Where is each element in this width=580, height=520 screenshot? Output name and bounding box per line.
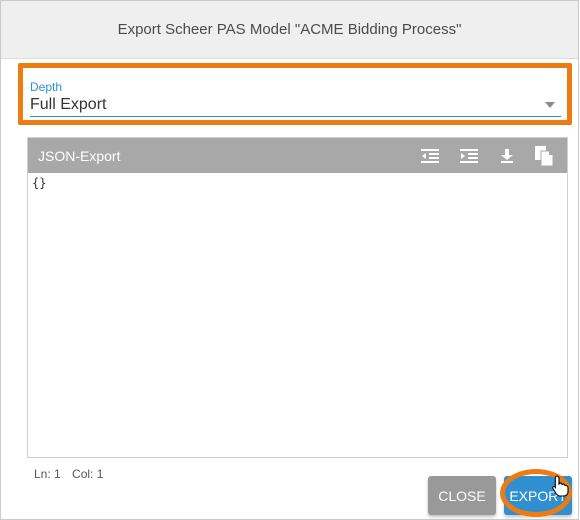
indent-icon[interactable]	[458, 145, 480, 167]
json-editor[interactable]: {}	[32, 176, 46, 190]
column-number: Col: 1	[72, 467, 104, 481]
close-button[interactable]: CLOSE	[428, 476, 496, 515]
chevron-down-icon[interactable]	[545, 102, 555, 108]
depth-select-underline	[30, 116, 561, 117]
depth-label: Depth	[30, 80, 63, 94]
line-number: Ln: 1	[34, 467, 61, 481]
depth-select[interactable]: Full Export	[30, 96, 106, 114]
unindent-icon[interactable]	[419, 145, 441, 167]
export-dialog: Export Scheer PAS Model "ACME Bidding Pr…	[0, 0, 579, 520]
copy-icon[interactable]	[533, 145, 555, 167]
hand-cursor-icon	[552, 475, 569, 497]
json-export-header: JSON-Export	[28, 138, 567, 173]
download-icon[interactable]	[496, 145, 518, 167]
json-export-title: JSON-Export	[38, 148, 121, 164]
dialog-title: Export Scheer PAS Model "ACME Bidding Pr…	[1, 1, 578, 59]
cursor-status: Ln: 1 Col: 1	[34, 467, 111, 481]
json-export-panel: JSON-Export {}	[27, 137, 568, 458]
